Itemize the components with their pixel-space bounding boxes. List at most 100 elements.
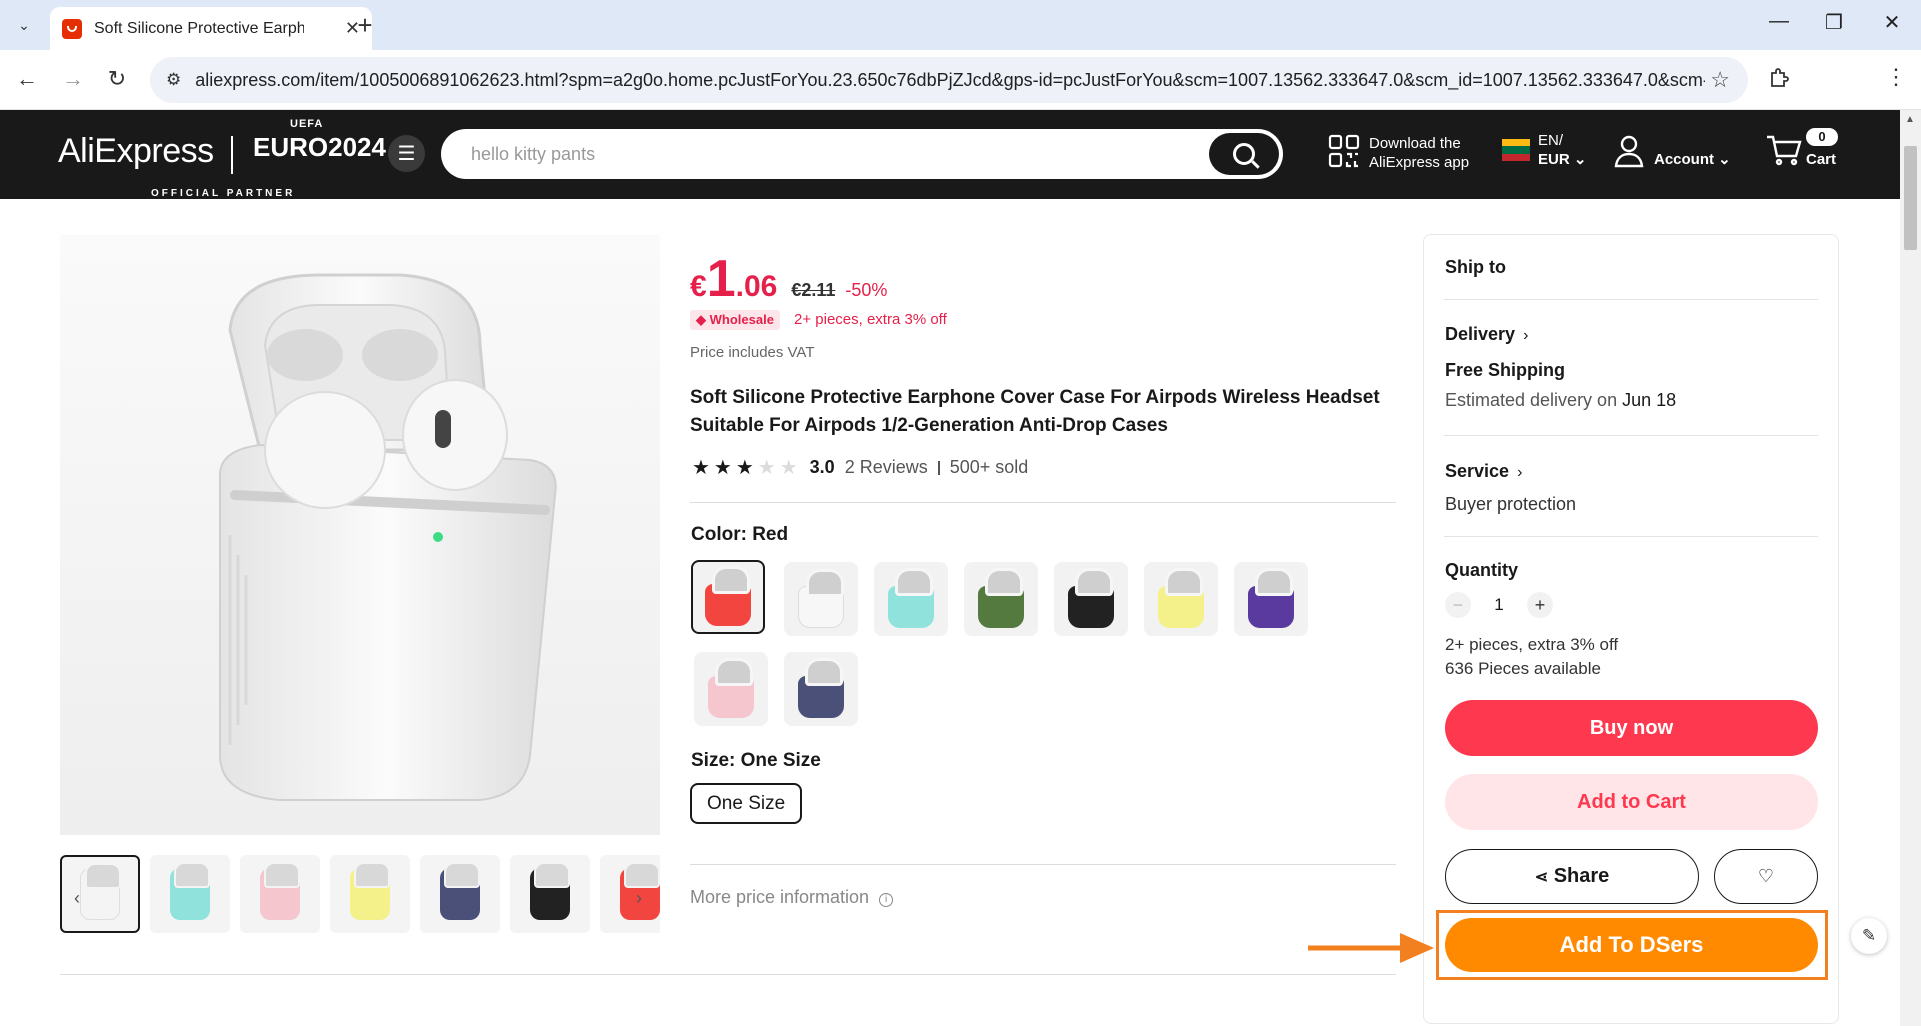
color-swatch-navy[interactable] <box>784 652 858 726</box>
service-link[interactable]: Service › <box>1445 461 1522 482</box>
browser-tabstrip: ⌄ Soft Silicone Protective Earphone Cove… <box>0 0 1921 50</box>
account-label: Account <box>1654 151 1714 168</box>
thumbnail-pink[interactable] <box>240 855 320 933</box>
delivery-label: Delivery <box>1445 324 1516 344</box>
main-product-image[interactable] <box>60 235 660 835</box>
category-menu-icon[interactable]: ☰ <box>388 135 425 172</box>
wholesale-offer-text: 2+ pieces, extra 3% off <box>794 311 947 328</box>
tag-icon: ◆ <box>696 312 706 327</box>
ship-to-label[interactable]: Ship to <box>1445 257 1506 278</box>
quantity-value[interactable]: 1 <box>1471 595 1527 615</box>
product-title: Soft Silicone Protective Earphone Cover … <box>690 387 1380 436</box>
thumbnail-yellow[interactable] <box>330 855 410 933</box>
reviews-link[interactable]: 2 Reviews <box>845 457 928 478</box>
color-swatch-red[interactable] <box>691 560 765 634</box>
divider <box>1444 299 1818 300</box>
service-label: Service <box>1445 461 1510 481</box>
scrollbar-thumb[interactable] <box>1904 146 1917 250</box>
size-label: Size: One Size <box>691 750 821 771</box>
tab-search-chevron-icon[interactable]: ⌄ <box>10 12 38 38</box>
address-bar[interactable]: ⚙ aliexpress.com/item/1005006891062623.h… <box>150 57 1748 103</box>
thumbnail-mint[interactable] <box>150 855 230 933</box>
quantity-decrease-button[interactable]: − <box>1445 592 1471 618</box>
page-scrollbar[interactable]: ▲ <box>1900 110 1921 1026</box>
url-text: aliexpress.com/item/1005006891062623.htm… <box>195 69 1706 90</box>
aliexpress-logo[interactable]: AliExpress UEFA EURO2024 OFFICIAL PARTNE… <box>58 118 386 199</box>
color-swatch-purple[interactable] <box>1234 562 1308 636</box>
price-integer: 1 <box>706 250 736 308</box>
tab-title: Soft Silicone Protective Earphone Cover … <box>94 19 304 37</box>
aliexpress-favicon-icon <box>62 18 82 39</box>
cart-label[interactable]: Cart <box>1806 151 1836 168</box>
download-app-link[interactable]: Download the AliExpress app <box>1369 134 1469 172</box>
thumbnail-white[interactable] <box>60 855 140 933</box>
wholesale-badge-label: Wholesale <box>709 312 774 327</box>
scroll-up-arrow-icon[interactable]: ▲ <box>1905 114 1915 125</box>
wishlist-button[interactable]: ♡ <box>1714 849 1818 904</box>
search-icon <box>1233 143 1255 165</box>
extensions-puzzle-icon[interactable] <box>1768 66 1794 92</box>
close-window-button[interactable]: ✕ <box>1877 10 1907 35</box>
buy-now-button[interactable]: Buy now <box>1445 700 1818 756</box>
reload-icon[interactable]: ↻ <box>104 66 130 92</box>
flag-stripe-red <box>1502 153 1530 161</box>
quantity-stepper: − 1 + <box>1445 592 1553 618</box>
chevron-down-icon: ⌄ <box>1573 151 1587 168</box>
bookmark-star-icon[interactable]: ☆ <box>1710 67 1730 93</box>
edit-pencil-icon[interactable]: ✎ <box>1851 918 1887 954</box>
color-swatch-green[interactable] <box>964 562 1038 636</box>
logo-divider <box>231 136 233 174</box>
thumbnail-black[interactable] <box>510 855 590 933</box>
restore-button[interactable]: ❐ <box>1819 10 1849 35</box>
language-currency-selector[interactable]: EN/ EUR ⌄ <box>1538 131 1586 169</box>
add-to-cart-button[interactable]: Add to Cart <box>1445 774 1818 830</box>
add-to-dsers-button[interactable]: Add To DSers <box>1445 918 1818 972</box>
thumbnail-prev-arrow-icon[interactable]: ‹ <box>74 888 80 909</box>
share-button[interactable]: ⋖ Share <box>1445 849 1699 904</box>
color-swatch-white[interactable] <box>784 562 858 636</box>
browser-toolbar: ← → ↻ ⚙ aliexpress.com/item/100500689106… <box>0 50 1921 110</box>
divider <box>1444 435 1818 436</box>
quantity-increase-button[interactable]: + <box>1527 592 1553 618</box>
pieces-available: 636 Pieces available <box>1445 659 1601 678</box>
color-swatch-mint[interactable] <box>874 562 948 636</box>
swatch-case <box>705 566 751 626</box>
rating-value: 3.0 <box>809 457 835 477</box>
back-arrow-icon[interactable]: ← <box>14 66 40 92</box>
qr-code-icon[interactable] <box>1328 134 1360 168</box>
thumbnail-next-arrow-icon[interactable]: › <box>636 888 642 909</box>
site-settings-icon[interactable]: ⚙ <box>166 70 181 90</box>
uefa-text: UEFA <box>290 118 324 130</box>
bulk-discount-note: 2+ pieces, extra 3% off <box>1445 635 1619 654</box>
browser-menu-icon[interactable]: ⋮ <box>1885 64 1907 90</box>
new-tab-button[interactable]: + <box>352 10 378 41</box>
thumbnail-navy[interactable] <box>420 855 500 933</box>
thumb-case <box>260 862 300 920</box>
thumbnail-red[interactable] <box>600 855 660 933</box>
account-person-icon[interactable] <box>1614 134 1644 173</box>
price-block: € 1 .06 €2.11 -50% <box>690 253 887 305</box>
more-price-info-link[interactable]: More price information i <box>690 887 894 908</box>
search-bar <box>441 129 1283 179</box>
language-label: EN/ <box>1538 132 1564 149</box>
color-swatch-yellow[interactable] <box>1144 562 1218 636</box>
info-icon: i <box>879 893 894 907</box>
divider <box>690 864 1396 865</box>
share-icon: ⋖ <box>1534 869 1549 886</box>
color-swatch-black[interactable] <box>1054 562 1128 636</box>
delivery-link[interactable]: Delivery › <box>1445 324 1528 345</box>
forward-arrow-icon[interactable]: → <box>60 66 86 92</box>
cart-icon[interactable] <box>1766 134 1802 171</box>
thumbnail-strip <box>60 853 660 933</box>
minimize-button[interactable]: — <box>1764 10 1794 33</box>
account-link[interactable]: Account ⌄ <box>1654 150 1731 168</box>
download-line1: Download the <box>1369 135 1461 152</box>
search-input[interactable] <box>471 141 1231 167</box>
size-option-one-size[interactable]: One Size <box>690 783 803 824</box>
search-button[interactable] <box>1209 133 1279 175</box>
color-swatch-pink[interactable] <box>694 652 768 726</box>
swatch-case <box>1068 568 1114 628</box>
browser-tab-active[interactable]: Soft Silicone Protective Earphone Cover … <box>50 7 372 50</box>
free-shipping-label: Free Shipping <box>1445 360 1566 380</box>
thumb-case <box>350 862 390 920</box>
